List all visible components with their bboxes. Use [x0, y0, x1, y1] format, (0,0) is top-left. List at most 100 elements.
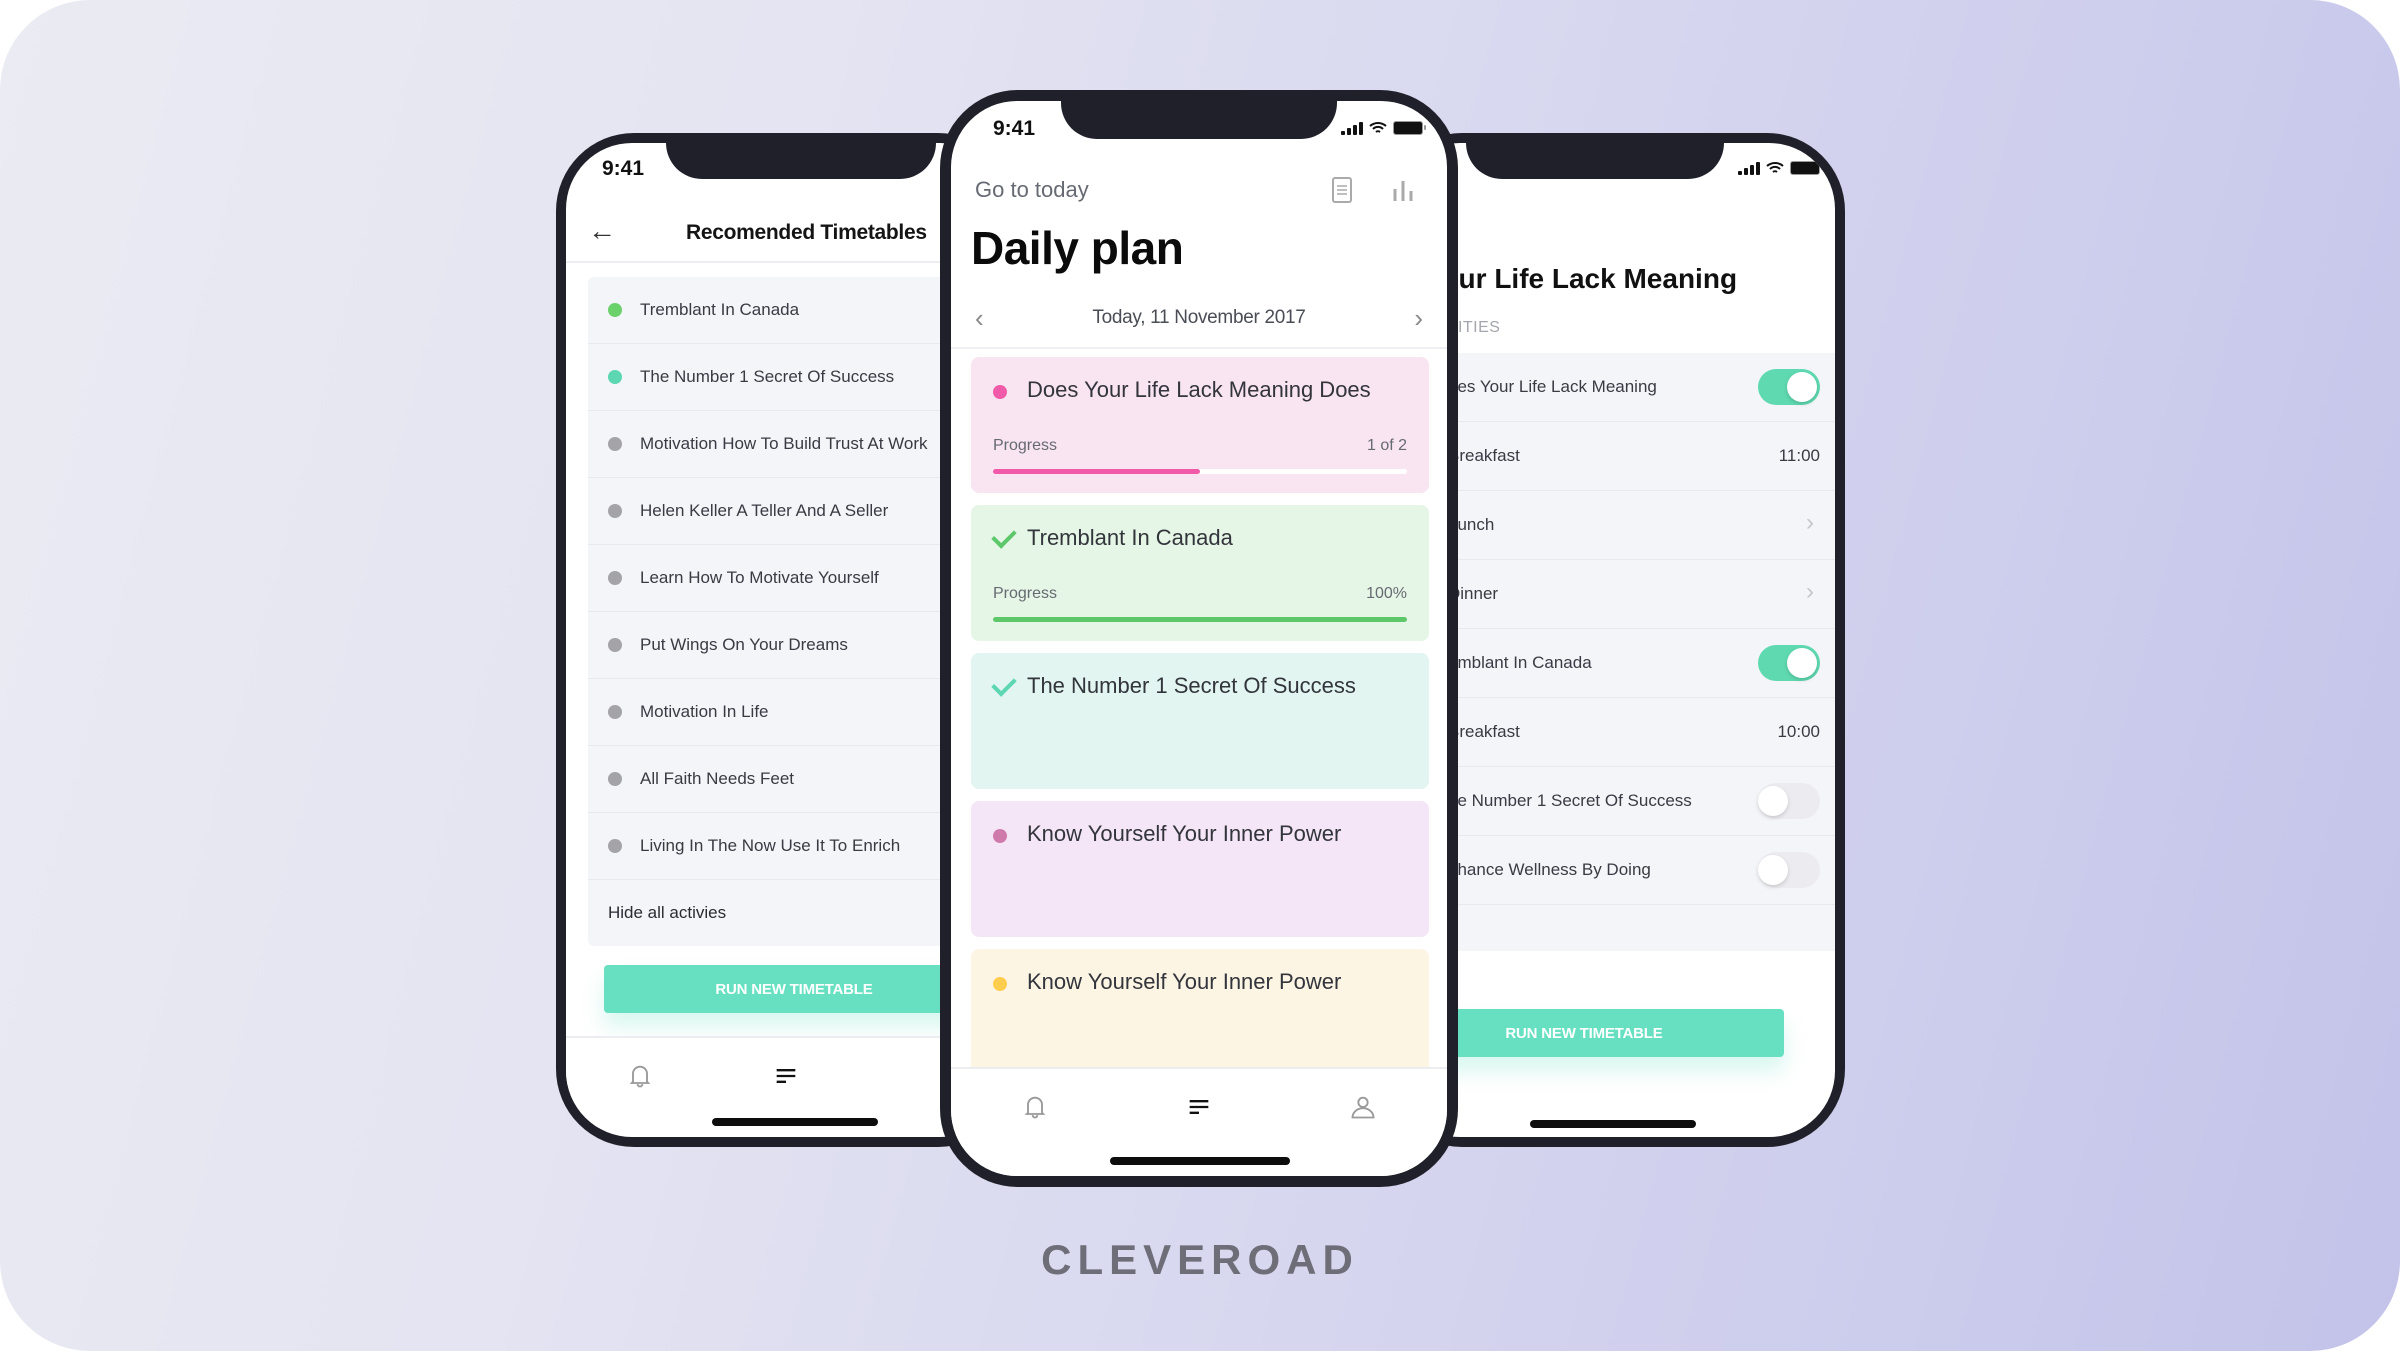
list-item[interactable]: Motivation How To Build Trust At Work: [588, 411, 968, 478]
toggle-knob: [1787, 648, 1817, 678]
list-item-label: All Faith Needs Feet: [640, 769, 795, 788]
home-indicator: [712, 1118, 878, 1126]
status-dot-icon: [608, 571, 622, 585]
toggle-switch[interactable]: [1758, 852, 1820, 888]
status-dot-icon: [608, 437, 622, 451]
activity-row: Breakfast 10:00: [1434, 698, 1835, 767]
status-dot-icon: [608, 705, 622, 719]
plan-card[interactable]: Know Yourself Your Inner Power: [971, 801, 1429, 937]
toggle-knob: [1758, 786, 1788, 816]
toggle-switch[interactable]: [1758, 645, 1820, 681]
list-item-label: Learn How To Motivate Yourself: [640, 568, 879, 587]
current-date: Today, 11 November 2017: [1092, 307, 1306, 328]
brand-logo: CLEVEROAD: [1041, 1236, 1359, 1283]
status-dot-icon: [608, 638, 622, 652]
chevron-right-icon[interactable]: ›: [1414, 303, 1423, 334]
activity-label: Breakfast: [1448, 722, 1520, 741]
status-dot-icon: [993, 829, 1007, 848]
progress-value: 100%: [1366, 585, 1407, 602]
right-phone-screen: s Your Life Lack Meaning F ACTIVITIES oe…: [1394, 143, 1835, 1137]
toggle-knob: [1787, 372, 1817, 402]
list-item[interactable]: Motivation In Life: [588, 679, 968, 746]
status-dot-icon: [608, 303, 622, 317]
document-icon[interactable]: [1331, 177, 1353, 203]
activity-row: nhance Wellness By Doing: [1434, 836, 1835, 905]
progress-bar-fill: [993, 469, 1200, 474]
status-dot-icon: [608, 370, 622, 384]
center-phone-screen: 9:41 Go to today Daily plan ‹ Today, 11 …: [951, 101, 1447, 1176]
list-item[interactable]: Helen Keller A Teller And A Seller: [588, 478, 968, 545]
list-item-label: The Number 1 Secret Of Success: [640, 367, 895, 386]
toggle-switch[interactable]: [1758, 369, 1820, 405]
progress-label: Progress: [993, 585, 1058, 602]
toggle-switch[interactable]: [1758, 783, 1820, 819]
chevron-right-icon[interactable]: ›: [1806, 509, 1814, 537]
status-time: 9:41: [602, 157, 645, 180]
profile-icon[interactable]: [1349, 1093, 1377, 1121]
time-value[interactable]: 10:00: [1777, 722, 1820, 742]
plan-card-title: Know Yourself Your Inner Power: [1027, 969, 1342, 994]
list-item-label: Put Wings On Your Dreams: [640, 635, 848, 654]
list-item-label: Tremblant In Canada: [640, 300, 800, 319]
status-dot-icon: [608, 504, 622, 518]
status-dot-icon: [608, 772, 622, 786]
home-indicator: [1530, 1120, 1696, 1128]
activity-label: oes Your Life Lack Meaning: [1448, 377, 1657, 396]
battery-icon: [1393, 121, 1426, 135]
activity-row: oes Your Life Lack Meaning: [1434, 353, 1835, 422]
page-title: Recomended Timetables: [686, 221, 927, 244]
date-navigator: ‹ Today, 11 November 2017 ›: [951, 291, 1447, 349]
progress-bar-fill: [993, 617, 1407, 622]
progress-label: Progress: [993, 437, 1058, 454]
list-icon[interactable]: [1185, 1093, 1213, 1121]
chevron-right-icon[interactable]: ›: [1806, 578, 1814, 606]
activity-label: nhance Wellness By Doing: [1448, 860, 1651, 879]
progress-bar: [993, 469, 1407, 474]
plan-card[interactable]: Does Your Life Lack Meaning Does Progress…: [971, 357, 1429, 493]
checkmark-icon: [991, 523, 1017, 549]
list-item[interactable]: Put Wings On Your Dreams: [588, 612, 968, 679]
bar-chart-icon[interactable]: [1391, 177, 1417, 203]
list-item[interactable]: Living In The Now Use It To Enrich: [588, 813, 968, 880]
activities-list: oes Your Life Lack Meaning Breakfast 11:00…: [1434, 353, 1835, 951]
bell-icon[interactable]: [626, 1062, 654, 1090]
list-item[interactable]: The Number 1 Secret Of Success: [588, 344, 968, 411]
timetable-list: Tremblant In Canada The Number 1 Secret O…: [588, 277, 968, 946]
notch: [1061, 101, 1337, 139]
progress-value: 1 of 2: [1366, 437, 1407, 454]
toggle-knob: [1758, 855, 1788, 885]
plan-card[interactable]: Know Yourself Your Inner Power: [971, 949, 1429, 1085]
activity-row[interactable]: Lunch ›: [1434, 491, 1835, 560]
activity-row[interactable]: Dinner ›: [1434, 560, 1835, 629]
list-item[interactable]: Learn How To Motivate Yourself: [588, 545, 968, 612]
status-dot-icon: [993, 977, 1007, 996]
plan-card[interactable]: Tremblant In Canada Progress 100%: [971, 505, 1429, 641]
activity-label: he Number 1 Secret Of Success: [1448, 791, 1692, 810]
plan-card-title: Know Yourself Your Inner Power: [1027, 821, 1342, 846]
list-item-label: Helen Keller A Teller And A Seller: [640, 501, 889, 520]
center-phone: 9:41 Go to today Daily plan ‹ Today, 11 …: [940, 90, 1458, 1187]
bell-icon[interactable]: [1021, 1093, 1049, 1121]
list-icon[interactable]: [772, 1062, 800, 1090]
arrow-left-icon[interactable]: ←: [588, 215, 616, 247]
run-new-timetable-button[interactable]: RUN NEW TIMETABLE: [604, 965, 984, 1013]
activity-row: he Number 1 Secret Of Success: [1434, 767, 1835, 836]
status-dot-icon: [608, 839, 622, 853]
activity-label: emblant In Canada: [1448, 653, 1592, 672]
list-item-label: Motivation In Life: [640, 702, 769, 721]
plan-card[interactable]: The Number 1 Secret Of Success: [971, 653, 1429, 789]
status-time: 9:41: [993, 117, 1036, 140]
go-to-today-link[interactable]: Go to today: [975, 177, 1089, 203]
home-indicator: [1110, 1157, 1290, 1165]
list-item-label: Living In The Now Use It To Enrich: [640, 836, 901, 855]
notch: [666, 143, 936, 179]
time-value[interactable]: 11:00: [1779, 446, 1820, 466]
plan-card-title: Tremblant In Canada: [1027, 525, 1233, 550]
page-title: Daily plan: [971, 222, 1184, 274]
status-icons: [1341, 121, 1426, 135]
hide-all-activities-link[interactable]: Hide all activies: [588, 880, 968, 946]
list-item[interactable]: Tremblant In Canada: [588, 277, 968, 344]
plan-card-title: Does Your Life Lack Meaning Does: [1027, 377, 1371, 402]
list-footer-spacer: [1434, 905, 1835, 951]
list-item[interactable]: All Faith Needs Feet: [588, 746, 968, 813]
